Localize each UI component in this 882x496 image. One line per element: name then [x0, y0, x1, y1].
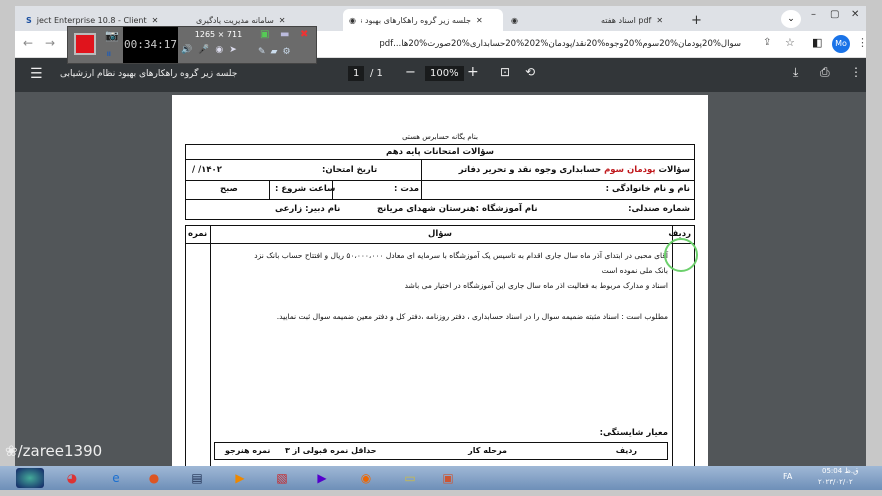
col-score: نمره [188, 229, 208, 239]
close-icon[interactable]: ✕ [279, 16, 286, 25]
profile-avatar[interactable]: Mo [832, 35, 850, 53]
criteria-col-row: ردیف [615, 446, 637, 455]
seat-number-label: شماره صندلی: [628, 204, 690, 214]
ie-icon[interactable]: e [102, 468, 130, 488]
close-window-button[interactable]: ✕ [851, 9, 859, 20]
forward-button[interactable]: → [45, 36, 55, 50]
firefox-icon[interactable]: ◉ [352, 468, 380, 488]
zoom-out-button[interactable]: − [405, 65, 416, 80]
tab-globe[interactable]: ◉ [505, 9, 535, 31]
maximize-button[interactable]: ▢ [830, 9, 839, 20]
close-icon[interactable]: ✕ [656, 16, 663, 25]
folder-icon[interactable]: ▭ [396, 468, 424, 488]
back-button[interactable]: ← [23, 36, 33, 50]
criteria-col-score: نمره هنرجو [225, 446, 271, 455]
watermark: ❀/zaree1390 [5, 442, 103, 460]
criteria-col-stage: مرحله کار [468, 446, 507, 455]
pdf-page: بنام یگانه حسابرس هستی سؤالات امتحانات پ… [172, 95, 708, 466]
screen-recorder-toolbar: 📷 ⏸ 00:34:17 1265 × 711 🔊🎤◉➤ ▣ ▬ ✖ ✎▰⚙ [67, 26, 317, 64]
record-timer: 00:34:17 [123, 27, 178, 63]
fit-page-icon[interactable]: ⊡ [500, 65, 510, 79]
exam-date-label: تاریخ امتحان: [322, 165, 378, 175]
col-question: سؤال [428, 229, 452, 239]
question-text: آقای محبی در ابتدای آذر ماه سال جاری اقد… [254, 251, 668, 321]
teacher-name: نام دبیر: زارعی [275, 204, 341, 214]
rotate-icon[interactable]: ⟲ [525, 65, 535, 79]
app-icon: S [26, 15, 32, 25]
criteria-col-min: حداقل نمره قبولی از ۳ [285, 446, 377, 455]
url-input[interactable]: سوال%20پودمان%20سوم%20وجوه%20نقد/پودمان%… [320, 35, 741, 54]
media-icon[interactable]: ● [140, 468, 168, 488]
close-icon[interactable]: ✕ [152, 16, 159, 25]
recorder-tools[interactable]: ✎▰⚙ [258, 47, 296, 57]
menu-icon[interactable]: ⋮ [857, 36, 866, 49]
header-title: سؤالات امتحانات پایه دهم [386, 147, 494, 157]
minimize-button[interactable]: – [811, 9, 816, 20]
player-icon[interactable]: ▶ [226, 468, 254, 488]
download-icon[interactable]: ⤓ [793, 65, 798, 80]
print-icon[interactable]: ⎙ [820, 65, 830, 80]
globe-icon: ◉ [349, 15, 356, 25]
taskbar: ◕ e ● ▤ ▶ ▧ ▶ ◉ ▭ ▣ FA 05:04 ق.ظ ۲۰۲۳/۰۲… [0, 466, 882, 490]
page-total: / 1 [370, 68, 383, 79]
browser-window: Sject Enterprise 10.8 - Client ✕ سامانه م… [15, 6, 866, 466]
share-icon[interactable]: ⇪ [763, 37, 771, 48]
tab-meeting[interactable]: ◉جلسه زیر گروه راهکارهای بهبود نظام ارز.… [343, 9, 503, 31]
star-icon[interactable]: ☆ [785, 36, 795, 49]
film-icon: ❀ [5, 442, 18, 460]
new-tab-button[interactable]: + [685, 9, 705, 31]
tab-asnad[interactable]: اسناد هفته pdf ✕ [595, 9, 685, 31]
minimize-recorder-icon[interactable]: ▬ [280, 29, 289, 40]
clock-time[interactable]: 05:04 ق.ظ [822, 467, 859, 475]
zoom-input[interactable]: 100% [425, 66, 464, 81]
hamburger-menu-icon[interactable]: ☰ [30, 66, 43, 82]
duration-label: مدت : [394, 184, 420, 194]
pdf-title: جلسه زیر گروه راهکارهای بهبود نظام ارزشی… [60, 69, 238, 79]
pause-button[interactable]: ⏸ [106, 47, 112, 61]
start-time-label: ساعت شروع : [275, 184, 336, 194]
exam-date-value: / /۱۴۰۲ [192, 165, 222, 175]
page-number-input[interactable]: 1 [348, 66, 365, 81]
chrome-icon[interactable]: ◕ [58, 468, 86, 488]
record-resolution: 1265 × 711 [194, 30, 243, 39]
more-options-icon[interactable]: ⋮ [850, 65, 862, 79]
language-indicator[interactable]: FA [783, 472, 792, 481]
start-time-value: صبح [220, 184, 238, 194]
subject-line: سؤالات پودمان سوم حسابداری وجوه نقد و تح… [458, 165, 690, 175]
app-icon[interactable]: ▧ [268, 468, 296, 488]
tab-search-button[interactable]: ⌄ [781, 10, 801, 28]
start-button[interactable] [16, 468, 44, 488]
school-name: نام آموزشگاه :هنرستان شهدای مریانج [377, 204, 538, 214]
region-icon[interactable]: ▣ [260, 29, 269, 40]
document-icon[interactable]: ▤ [183, 468, 211, 488]
stop-record-button[interactable] [74, 33, 96, 55]
zoom-in-button[interactable]: + [467, 64, 479, 80]
close-icon[interactable]: ✕ [476, 16, 483, 25]
globe-icon: ◉ [511, 15, 518, 25]
recorder-controls[interactable]: 🔊🎤◉➤ [181, 45, 243, 55]
close-recorder-icon[interactable]: ✖ [300, 29, 308, 40]
cursor-highlight [664, 238, 698, 272]
criteria-label: معیار شایستگی: [599, 428, 668, 438]
sidebar-icon[interactable]: ◧ [812, 36, 822, 49]
name-label: نام و نام خانوادگی : [605, 184, 690, 194]
video-icon[interactable]: ▶ [308, 468, 336, 488]
clock-date[interactable]: ۲۰۲۳/۰۲/۰۲ [818, 478, 853, 486]
powerpoint-icon[interactable]: ▣ [434, 468, 462, 488]
camera-icon[interactable]: 📷 [105, 29, 119, 42]
bismillah-text: بنام یگانه حسابرس هستی [402, 133, 478, 141]
criteria-table: ردیف مرحله کار حداقل نمره قبولی از ۳ نمر… [214, 442, 668, 460]
